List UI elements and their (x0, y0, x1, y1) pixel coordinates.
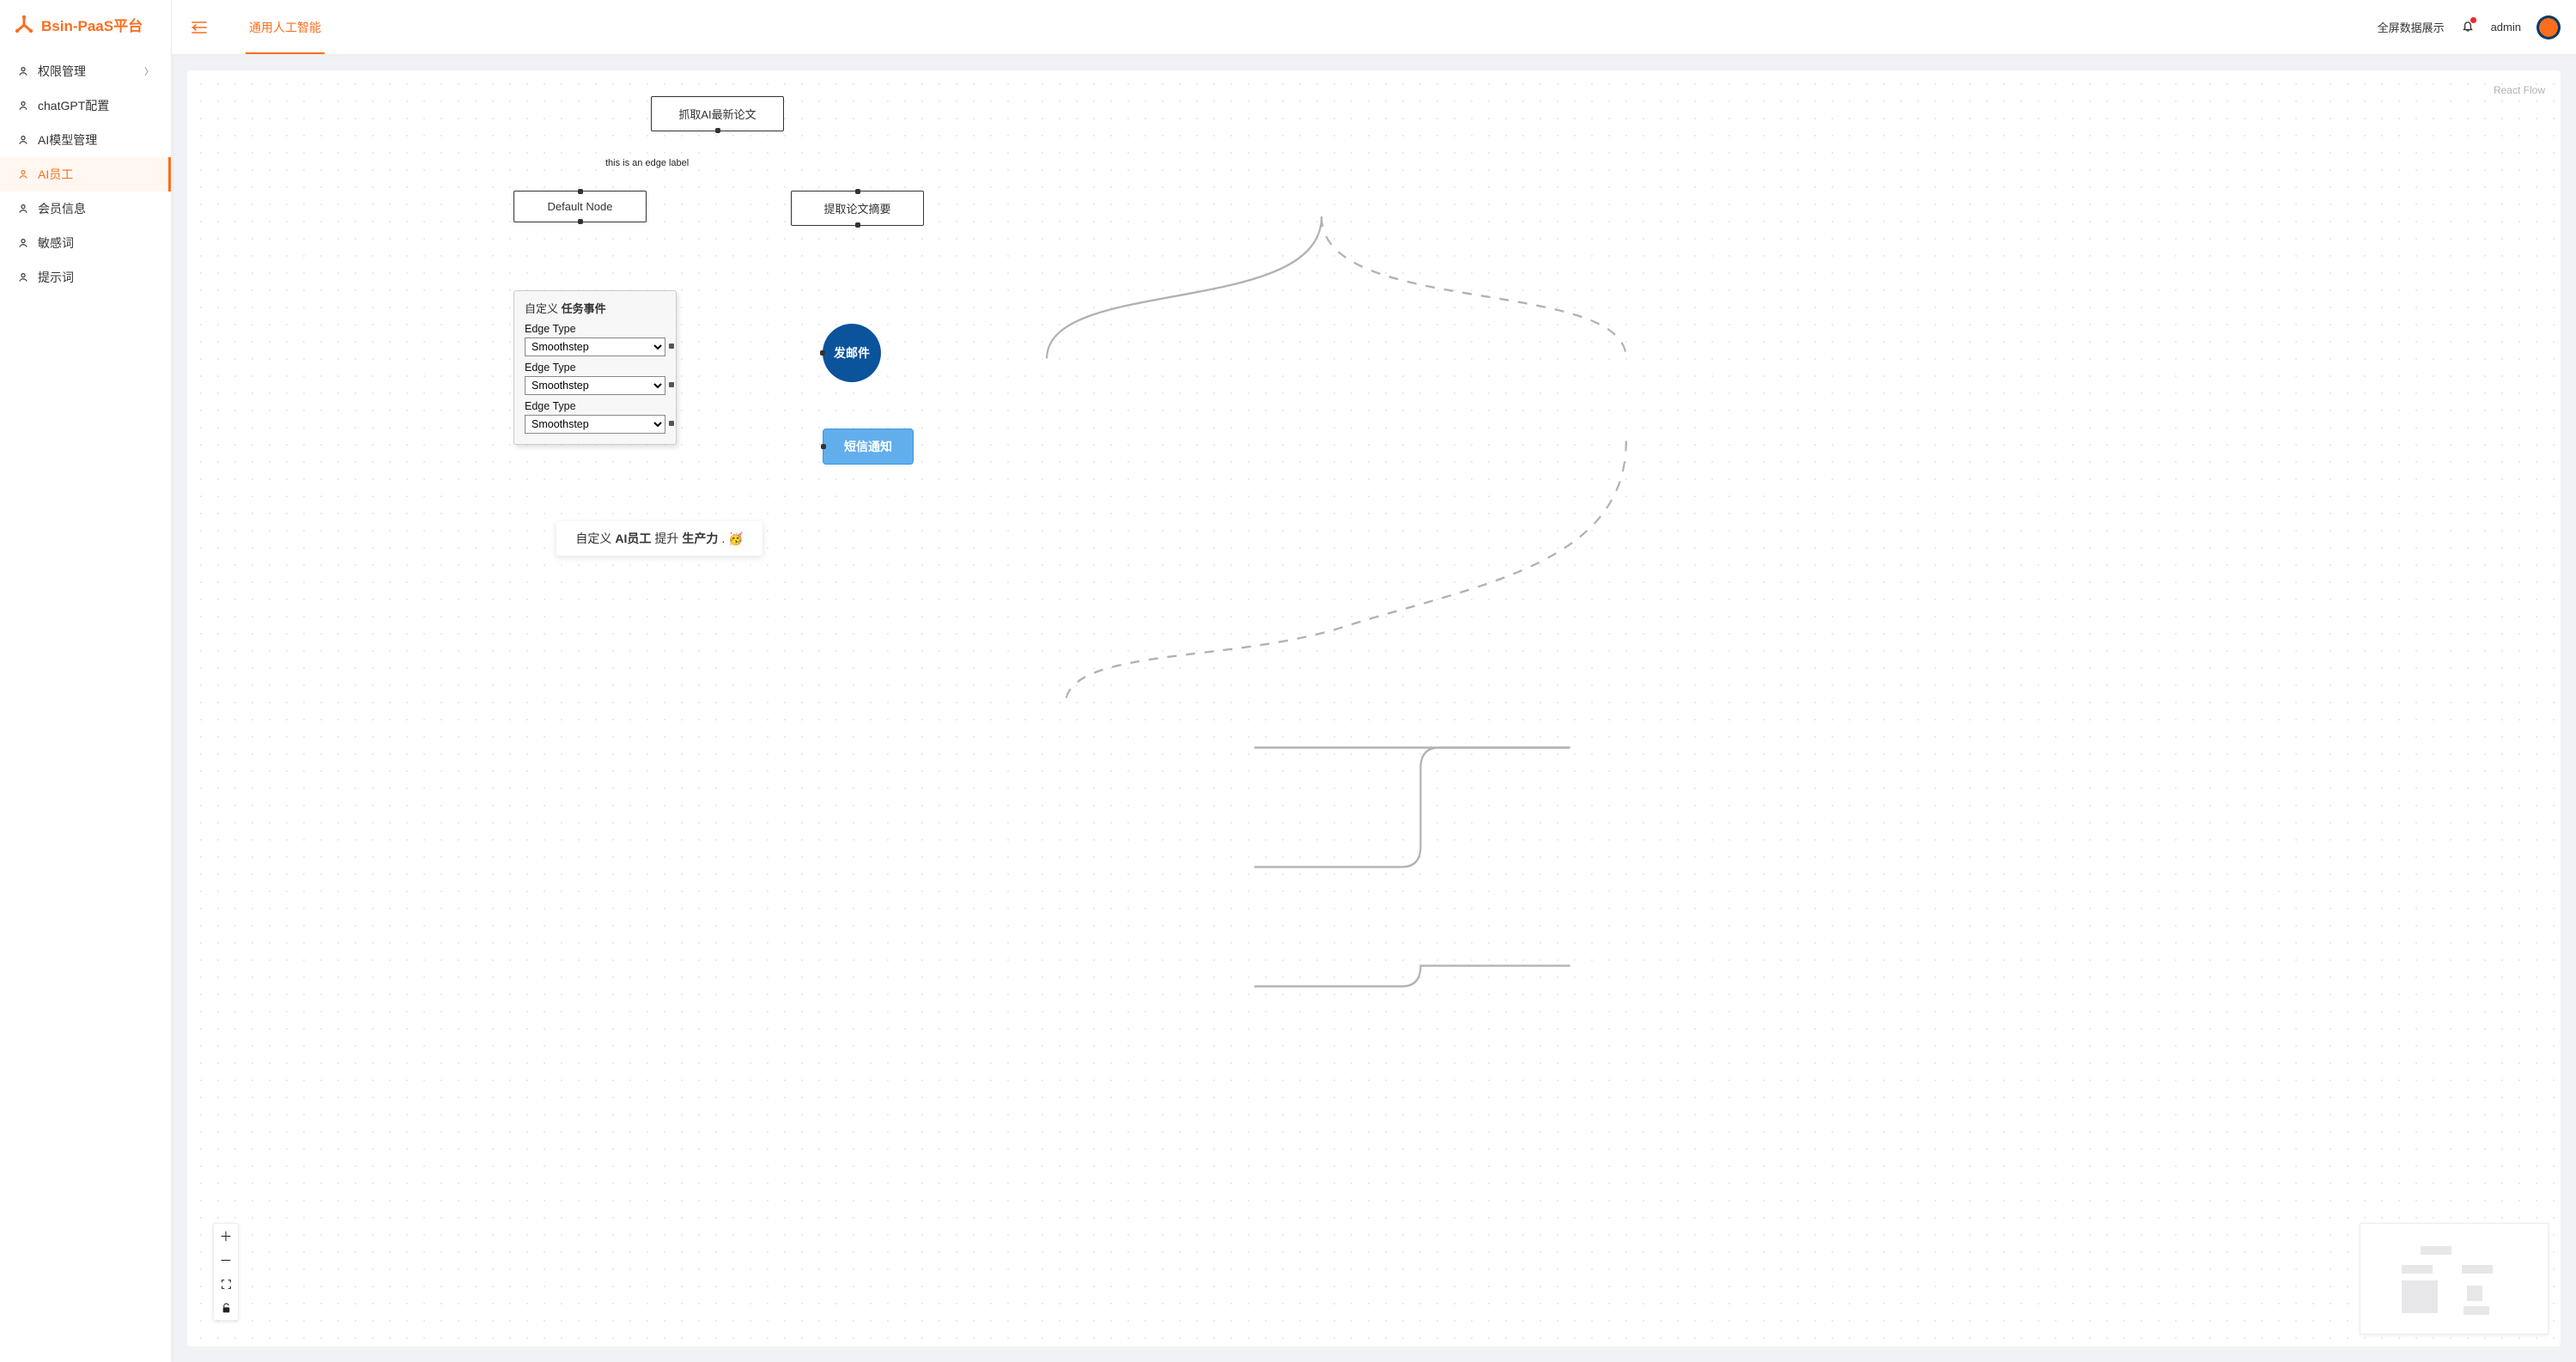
node-send-mail[interactable]: 发邮件 (823, 324, 881, 382)
brand-logo: Bsin-PaaS平台 (0, 0, 171, 51)
fit-view-button[interactable] (214, 1272, 238, 1296)
sidebar-item-ai-models[interactable]: AI模型管理 (0, 123, 171, 157)
flow-edges (187, 70, 2561, 1347)
username: admin (2491, 21, 2521, 33)
node-label: Default Node (548, 200, 613, 213)
sidebar-nav: 权限管理 〉 chatGPT配置 AI模型管理 AI员工 会员信息 敏感词 (0, 51, 171, 1362)
tab-agi[interactable]: 通用人工智能 (246, 0, 325, 54)
flow-minimap[interactable] (2360, 1223, 2549, 1335)
fit-view-icon (221, 1279, 232, 1290)
user-icon (17, 271, 29, 283)
node-handle[interactable] (855, 222, 860, 228)
node-root[interactable]: 抓取AI最新论文 (651, 96, 784, 131)
notifications-button[interactable] (2460, 18, 2476, 36)
sidebar-item-sensitive[interactable]: 敏感词 (0, 226, 171, 260)
edge-type-select-1[interactable]: Smoothstep (525, 337, 665, 356)
sidebar: Bsin-PaaS平台 权限管理 〉 chatGPT配置 AI模型管理 AI员工 (0, 0, 172, 1362)
flow-canvas[interactable]: React Flow this is an (187, 70, 2561, 1347)
user-icon (17, 168, 29, 180)
anno-text: . 🥳 (721, 532, 743, 546)
sidebar-item-ai-staff[interactable]: AI员工 (0, 157, 171, 192)
node-label: 发邮件 (834, 344, 870, 362)
user-icon (17, 134, 29, 146)
field-label: Edge Type (525, 323, 665, 335)
topbar: 通用人工智能 全屏数据展示 admin (172, 0, 2576, 55)
field-label: Edge Type (525, 400, 665, 412)
fullscreen-link[interactable]: 全屏数据展示 (2378, 19, 2445, 35)
sidebar-item-permissions[interactable]: 权限管理 〉 (0, 54, 171, 88)
custom-node-title: 自定义 任务事件 (525, 300, 665, 316)
zoom-in-button[interactable]: ＋ (214, 1224, 238, 1248)
node-handle[interactable] (855, 189, 860, 194)
anno-text: 自定义 (575, 530, 611, 547)
brand-name: Bsin-PaaS平台 (41, 14, 143, 35)
custom-node-title-bold: 任务事件 (562, 302, 606, 315)
custom-node-title-pre: 自定义 (525, 302, 562, 315)
user-icon (17, 65, 29, 77)
sidebar-item-prompt[interactable]: 提示词 (0, 260, 171, 295)
avatar[interactable] (2537, 15, 2561, 40)
anno-text: 生产力 (682, 530, 718, 547)
zoom-out-button[interactable]: － (214, 1248, 238, 1272)
node-handle[interactable] (821, 444, 826, 449)
sidebar-item-members[interactable]: 会员信息 (0, 192, 171, 226)
node-handle[interactable] (578, 189, 583, 194)
sidebar-item-label: chatGPT配置 (38, 97, 109, 114)
user-icon (17, 100, 29, 112)
edge-type-select-2[interactable]: Smoothstep (525, 376, 665, 395)
chevron-down-icon: 〉 (144, 64, 154, 78)
sidebar-item-chatgpt[interactable]: chatGPT配置 (0, 88, 171, 123)
edge-type-select-3[interactable]: Smoothstep (525, 415, 665, 434)
node-handle[interactable] (669, 421, 674, 426)
notification-dot (2470, 17, 2476, 23)
node-extract[interactable]: 提取论文摘要 (791, 191, 924, 226)
node-handle[interactable] (669, 382, 674, 387)
field-label: Edge Type (525, 362, 665, 374)
sidebar-item-label: AI模型管理 (38, 131, 97, 149)
node-label: 抓取AI最新论文 (678, 106, 756, 122)
node-handle[interactable] (715, 128, 720, 133)
node-label: 提取论文摘要 (823, 200, 890, 216)
node-handle[interactable] (669, 344, 674, 349)
anno-text: 提升 (654, 530, 678, 547)
flow-controls: ＋ － (213, 1223, 239, 1321)
user-icon (17, 203, 29, 215)
flow-annotation: 自定义 AI员工 提升 生产力 . 🥳 (556, 521, 762, 556)
menu-toggle-button[interactable] (187, 15, 211, 40)
edge-label: this is an edge label (604, 158, 690, 168)
sidebar-item-label: 会员信息 (38, 200, 86, 217)
user-icon (17, 237, 29, 249)
react-flow-attribution: React Flow (2494, 84, 2545, 96)
node-handle[interactable] (820, 350, 825, 356)
sidebar-item-label: 敏感词 (38, 234, 74, 252)
anno-text: AI员工 (615, 530, 651, 547)
lock-toggle-button[interactable] (214, 1296, 238, 1320)
node-sms-notify[interactable]: 短信通知 (823, 429, 914, 465)
node-custom-task[interactable]: 自定义 任务事件 Edge Type Smoothstep Edge Type … (513, 290, 677, 445)
sidebar-item-label: 提示词 (38, 269, 74, 286)
node-default[interactable]: Default Node (513, 191, 647, 222)
node-handle[interactable] (578, 219, 583, 224)
sidebar-item-label: 权限管理 (38, 63, 86, 80)
node-label: 短信通知 (844, 440, 892, 453)
brand-logo-icon (14, 15, 34, 35)
unlock-icon (221, 1303, 232, 1314)
sidebar-item-label: AI员工 (38, 166, 73, 183)
